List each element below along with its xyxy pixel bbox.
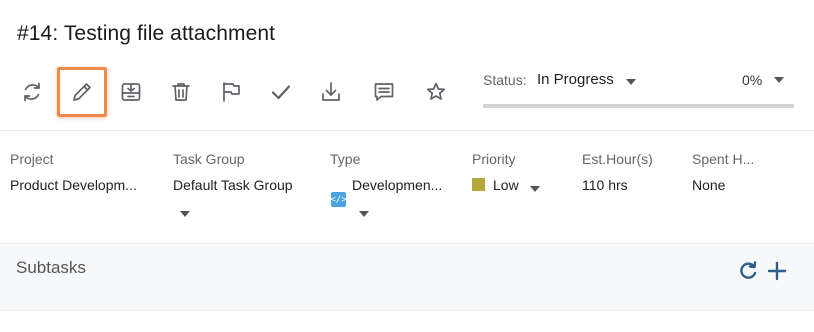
flag-button[interactable] bbox=[213, 72, 249, 112]
trash-icon bbox=[172, 83, 190, 101]
footer bbox=[0, 312, 814, 332]
priority-color-swatch bbox=[472, 178, 485, 191]
percent-dropdown[interactable]: 0% bbox=[742, 72, 762, 88]
flag-icon bbox=[223, 82, 240, 102]
chevron-down-icon[interactable] bbox=[359, 211, 369, 217]
field-est-hours: Est.Hour(s) 110 hrs bbox=[582, 151, 653, 193]
field-spent-hours: Spent H... None bbox=[692, 151, 754, 193]
chevron-down-icon[interactable] bbox=[626, 79, 636, 85]
refresh-button[interactable] bbox=[14, 72, 50, 112]
status-dropdown[interactable]: In Progress bbox=[537, 71, 614, 88]
checkmark-icon bbox=[271, 85, 291, 100]
comment-button[interactable] bbox=[366, 72, 402, 112]
refresh-icon bbox=[740, 261, 757, 279]
download-icon bbox=[322, 82, 340, 101]
field-label: Task Group bbox=[173, 151, 245, 167]
edit-button[interactable] bbox=[57, 67, 107, 117]
field-label: Priority bbox=[472, 151, 516, 167]
status-control: Status: In Progress 0% bbox=[483, 70, 794, 110]
subtasks-section: Subtasks bbox=[0, 243, 814, 311]
star-button[interactable] bbox=[418, 72, 454, 112]
chevron-down-icon[interactable] bbox=[180, 211, 190, 217]
archive-button[interactable] bbox=[113, 72, 149, 112]
pencil-icon bbox=[73, 83, 91, 101]
task-group-select[interactable]: Default Task Group bbox=[173, 177, 293, 193]
complete-button[interactable] bbox=[263, 72, 299, 112]
delete-button[interactable] bbox=[163, 72, 199, 112]
project-select[interactable]: Product Developm... bbox=[10, 177, 137, 193]
progress-bar bbox=[483, 104, 794, 108]
chevron-down-icon[interactable] bbox=[530, 186, 540, 192]
refresh-icon bbox=[24, 82, 40, 102]
download-button[interactable] bbox=[313, 72, 349, 112]
comment-icon bbox=[374, 83, 394, 101]
field-label: Spent H... bbox=[692, 151, 755, 167]
add-subtask-button[interactable] bbox=[766, 260, 788, 282]
subtasks-title: Subtasks bbox=[16, 258, 86, 277]
spent-hours-value: None bbox=[692, 177, 726, 193]
field-label: Est.Hour(s) bbox=[582, 151, 653, 167]
field-label: Type bbox=[330, 151, 361, 167]
est-hours-value[interactable]: 110 hrs bbox=[582, 177, 653, 193]
field-type: Type Developmen... bbox=[330, 151, 442, 193]
task-header: #14: Testing file attachment Status: In … bbox=[0, 0, 814, 130]
priority-select[interactable]: Low bbox=[472, 177, 519, 193]
page-title: #14: Testing file attachment bbox=[17, 22, 276, 45]
field-label: Project bbox=[10, 151, 54, 167]
field-project: Project Product Developm... bbox=[10, 151, 137, 193]
type-select[interactable]: Developmen... bbox=[352, 177, 442, 193]
field-task-group: Task Group Default Task Group bbox=[173, 151, 293, 193]
priority-value: Low bbox=[493, 177, 519, 193]
chevron-down-icon[interactable] bbox=[774, 77, 784, 83]
field-priority: Priority Low bbox=[472, 151, 519, 193]
plus-icon bbox=[767, 261, 787, 281]
refresh-subtasks-button[interactable] bbox=[737, 260, 759, 282]
code-icon: </> bbox=[330, 192, 347, 207]
archive-icon bbox=[121, 83, 141, 101]
star-icon bbox=[426, 82, 446, 100]
status-label: Status: bbox=[483, 72, 527, 88]
task-fields: Project Product Developm... Task Group D… bbox=[0, 131, 814, 242]
